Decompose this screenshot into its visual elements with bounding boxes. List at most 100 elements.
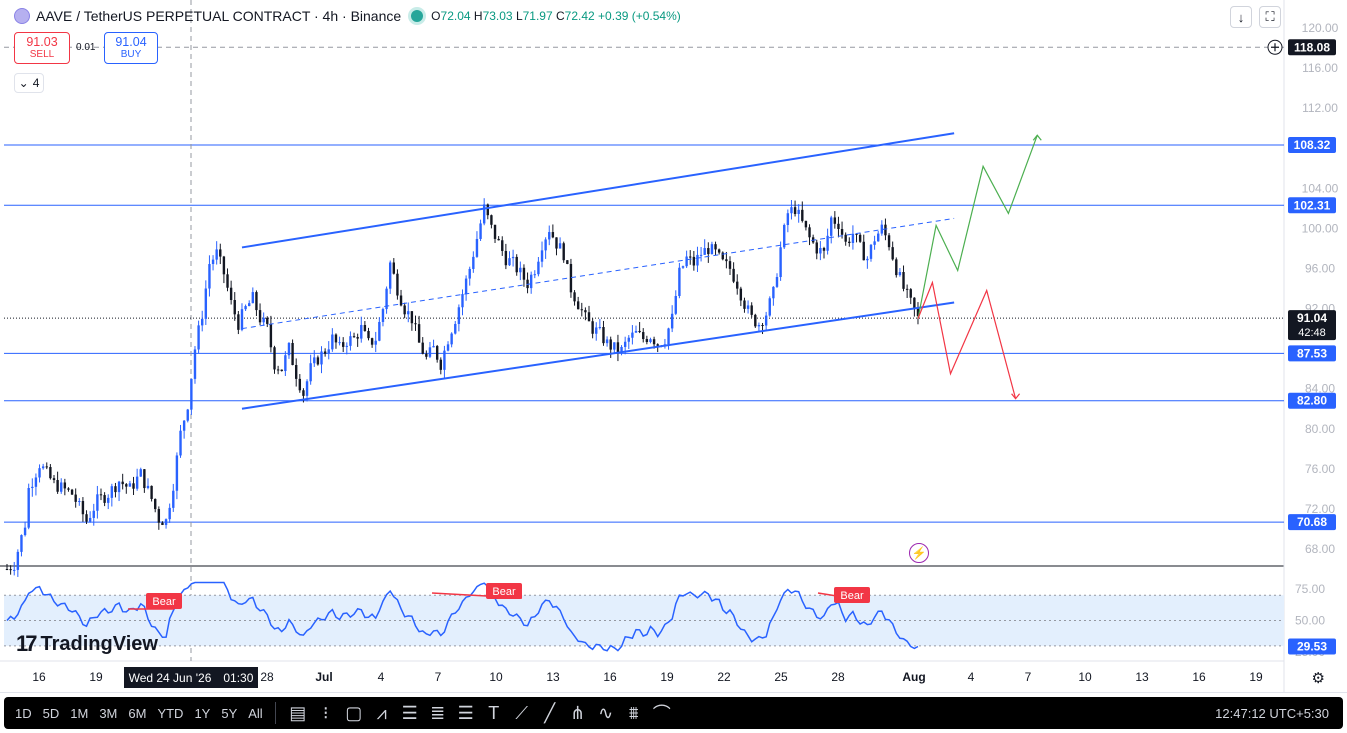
candle-body: [193, 349, 197, 379]
candle-body: [819, 248, 822, 254]
candle-body: [670, 313, 674, 329]
crosshair-icon[interactable]: ⁝: [312, 703, 340, 724]
candle-body: [38, 468, 41, 478]
candle-body: [96, 494, 99, 511]
candle-body: [219, 249, 222, 257]
candle-body: [49, 467, 52, 479]
candle-body: [710, 244, 714, 255]
candle-body: [783, 224, 786, 248]
y-tick-label: 112.00: [1302, 101, 1338, 115]
candle-body: [468, 268, 471, 279]
candle-body: [605, 339, 609, 344]
price-label: 108.32: [1294, 138, 1331, 152]
candle-body: [815, 242, 818, 254]
channel-mid-line: [241, 217, 955, 330]
market-status-icon[interactable]: [411, 10, 424, 22]
range-6m[interactable]: 6M: [128, 706, 146, 721]
rectangle-icon[interactable]: ▢: [340, 703, 368, 724]
candle-body: [399, 295, 403, 306]
candle-body: [81, 501, 85, 515]
candle-body: [634, 330, 638, 333]
drawing-tools: ▤ ⁝ ▢ ⩘ ☰ ≣ ☰ T ⟋ ╱ ⋔ ∿ ⩩ ⌒: [284, 700, 676, 726]
indicators-toggle-button[interactable]: ⌄ 4: [14, 73, 44, 93]
price-label: 102.31: [1294, 198, 1331, 212]
candle-body: [291, 342, 294, 366]
range-1y[interactable]: 1Y: [194, 706, 210, 721]
fib-icon[interactable]: ☰: [396, 703, 424, 724]
ray-icon[interactable]: ⟋: [508, 703, 536, 724]
x-tick-label: 7: [435, 670, 442, 684]
candle-body: [295, 365, 298, 379]
range-ytd[interactable]: YTD: [157, 706, 183, 721]
scale-settings-icon[interactable]: ⚙: [1312, 669, 1325, 687]
candle-body: [258, 310, 262, 323]
range-all[interactable]: All: [248, 706, 262, 721]
indicator-count: 4: [32, 76, 40, 90]
rsi-value-label: 29.53: [1297, 639, 1327, 653]
candle-body: [551, 232, 555, 238]
candle-body: [754, 314, 757, 327]
range-1d[interactable]: 1D: [15, 706, 32, 721]
candle-body: [457, 307, 461, 324]
fib-channel-icon[interactable]: ≣: [424, 703, 452, 724]
download-button[interactable]: ↓: [1230, 6, 1252, 28]
candle-body: [591, 321, 594, 334]
candle-body: [284, 355, 287, 372]
candle-body: [211, 259, 215, 265]
price-label: 70.68: [1297, 515, 1327, 529]
pitchfork-icon[interactable]: ⋔: [564, 703, 592, 724]
y-tick-label: 96.00: [1305, 261, 1335, 275]
candle-body: [367, 330, 370, 339]
candle-body: [569, 263, 573, 293]
candle-body: [407, 311, 410, 315]
elliott-icon[interactable]: ∿: [592, 703, 620, 724]
countdown-label: 42:48: [1298, 327, 1326, 339]
chart-canvas[interactable]: 120.00116.00112.00104.00100.0096.0092.00…: [0, 0, 1347, 692]
candle-body: [576, 301, 580, 310]
candle-body: [830, 217, 833, 236]
lightning-icon[interactable]: ⚡: [909, 543, 929, 563]
x-tick-label: 16: [32, 670, 46, 684]
x-tick-label: 19: [89, 670, 103, 684]
candle-body: [204, 288, 208, 319]
candle-body: [182, 420, 186, 431]
x-tick-label: 10: [489, 670, 503, 684]
text-icon[interactable]: T: [480, 703, 508, 724]
range-3m[interactable]: 3M: [99, 706, 117, 721]
y-tick-label: 76.00: [1305, 462, 1335, 476]
parallel-channel-icon[interactable]: ☰: [452, 703, 480, 724]
candle-body: [482, 204, 486, 224]
candle-body: [92, 510, 95, 518]
trendline-icon[interactable]: ╱: [536, 703, 564, 724]
calendar-icon[interactable]: ▤: [284, 703, 312, 724]
candle-body: [114, 486, 117, 493]
gann-icon[interactable]: ⩩: [620, 703, 648, 724]
range-5d[interactable]: 5D: [43, 706, 60, 721]
candle-body: [143, 469, 146, 489]
candle-body: [99, 494, 103, 496]
candle-body: [74, 494, 77, 502]
candle-body: [761, 324, 764, 326]
candle-body: [374, 340, 377, 345]
candle-body: [117, 481, 121, 493]
buy-button[interactable]: 91.04 BUY: [104, 32, 158, 64]
crosshair-date-label: Wed 24 Jun '26 01:30: [124, 667, 258, 688]
symbol-title[interactable]: AAVE / TetherUS PERPETUAL CONTRACT · 4h …: [36, 8, 401, 24]
candle-body: [797, 209, 800, 214]
sell-button[interactable]: 91.03 SELL: [14, 32, 70, 64]
fullscreen-button[interactable]: ⛶: [1259, 6, 1281, 28]
range-5y[interactable]: 5Y: [221, 706, 237, 721]
clock[interactable]: 12:47:12 UTC+5:30: [1215, 706, 1329, 721]
range-1m[interactable]: 1M: [70, 706, 88, 721]
candle-body: [349, 336, 352, 346]
candle-body: [352, 336, 356, 338]
pattern-icon[interactable]: ⩘: [368, 703, 396, 724]
candle-body: [786, 213, 790, 225]
candle-body: [229, 287, 233, 301]
tradingview-logo[interactable]: 17 TradingView: [16, 631, 158, 657]
candle-body: [873, 241, 876, 245]
candle-body: [103, 495, 106, 503]
candle-body: [248, 303, 251, 307]
curve-icon[interactable]: ⌒: [648, 700, 676, 726]
candle-body: [913, 297, 916, 309]
